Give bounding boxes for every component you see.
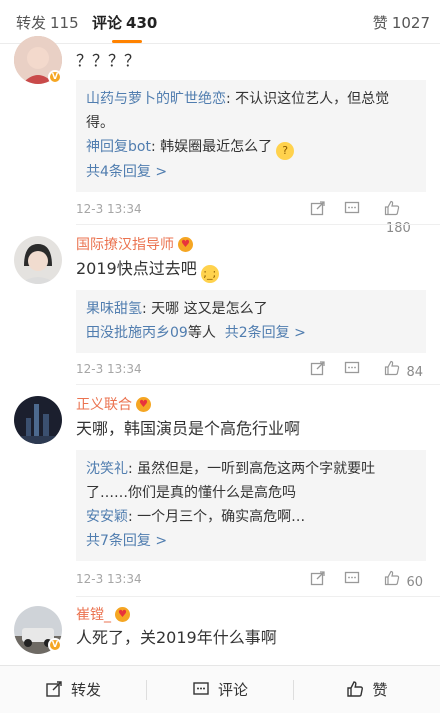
comment-button[interactable]: 评论 bbox=[147, 666, 293, 713]
share-icon[interactable] bbox=[310, 360, 326, 380]
comment-author[interactable]: 正义联合 ♥ bbox=[76, 394, 151, 414]
comment-text: 天哪，韩国演员是个高危行业啊 bbox=[76, 419, 301, 438]
fan-badge-icon: ♥ bbox=[136, 397, 151, 412]
comment-button-label: 评论 bbox=[217, 681, 248, 699]
verified-icon: V bbox=[48, 70, 62, 84]
thumbs-up-icon bbox=[347, 681, 364, 697]
reply-text: 一个月三个，确实高危啊… bbox=[132, 509, 306, 525]
comment-meta: 12-3 13:34 180 bbox=[76, 200, 426, 236]
tab-likes[interactable]: 赞 1027 bbox=[373, 12, 430, 33]
reply-text: 韩娱圈最近怎么了 bbox=[155, 139, 273, 155]
more-replies-link[interactable]: 共7条回复 > bbox=[86, 529, 416, 553]
tab-likes-label: 赞 bbox=[372, 14, 388, 32]
thumbs-up-icon bbox=[384, 360, 400, 376]
thumbs-up-icon bbox=[384, 570, 400, 586]
like-button[interactable]: 180 bbox=[384, 200, 426, 236]
active-tab-indicator bbox=[112, 40, 142, 43]
thinking-emoji-icon: ? bbox=[276, 142, 295, 160]
comment-time: 12-3 13:34 bbox=[76, 572, 142, 586]
comment-text: ？？？？ bbox=[76, 51, 141, 70]
repost-button-label: 转发 bbox=[70, 681, 101, 699]
repost-button[interactable]: 转发 bbox=[0, 666, 146, 713]
fan-badge-icon: ♥ bbox=[115, 607, 130, 622]
more-replies-link[interactable]: 共2条回复 > bbox=[225, 325, 306, 341]
reply-item: 安安颖: 一个月三个，确实高危啊… bbox=[86, 505, 416, 529]
crying-emoji-icon: ;_; bbox=[200, 265, 219, 283]
divider bbox=[76, 596, 440, 597]
tab-comments[interactable]: 评论 430 bbox=[92, 12, 157, 33]
reply-box[interactable]: 沈笑礼: 虽然但是，一听到高危这两个字就要吐了……你们是真的懂什么是高危吗 安安… bbox=[76, 450, 426, 561]
comment-author[interactable]: 国际撩汉指导师 ♥ bbox=[76, 234, 193, 254]
comment-author-name: 正义联合 bbox=[76, 397, 132, 413]
reply-participants-suffix: 等人 bbox=[187, 325, 216, 341]
like-count: 84 bbox=[406, 365, 423, 380]
reply-icon[interactable] bbox=[344, 200, 360, 220]
tab-reposts[interactable]: 转发 115 bbox=[16, 12, 79, 33]
tab-comments-count: 430 bbox=[126, 14, 158, 32]
comment-meta: 12-3 13:34 60 bbox=[76, 570, 426, 590]
comment-time: 12-3 13:34 bbox=[76, 202, 142, 216]
share-icon[interactable] bbox=[310, 200, 326, 220]
avatar[interactable] bbox=[14, 396, 62, 444]
reply-item: 果味甜氢: 天哪 这又是怎么了 bbox=[86, 297, 416, 321]
share-icon[interactable] bbox=[310, 570, 326, 590]
fan-badge-icon: ♥ bbox=[178, 237, 193, 252]
like-button[interactable]: 84 bbox=[384, 360, 423, 380]
reply-author[interactable]: 沈笑礼 bbox=[86, 461, 128, 477]
comment-meta: 12-3 13:34 84 bbox=[76, 360, 426, 380]
reply-author[interactable]: 神回复bot bbox=[86, 139, 151, 155]
divider bbox=[76, 384, 440, 385]
reply-item: 山药与萝卜的旷世绝恋: 不认识这位艺人，但总觉得。 bbox=[86, 87, 416, 135]
like-button[interactable]: 60 bbox=[384, 570, 423, 590]
like-post-button[interactable]: 赞 bbox=[294, 666, 440, 713]
comment-author[interactable]: 崔镗_ ♥ bbox=[76, 604, 130, 624]
reply-icon[interactable] bbox=[344, 360, 360, 380]
like-count: 60 bbox=[406, 575, 423, 590]
reply-icon[interactable] bbox=[344, 570, 360, 590]
tab-comments-label: 评论 bbox=[92, 14, 123, 32]
reply-item: 神回复bot: 韩娱圈最近怎么了? bbox=[86, 135, 416, 160]
more-replies-link[interactable]: 共4条回复 > bbox=[86, 160, 416, 184]
comment-author-name: 崔镗_ bbox=[76, 607, 111, 623]
comment-text: 2019快点过去吧 ;_; bbox=[76, 258, 219, 283]
divider bbox=[76, 224, 440, 225]
reply-author[interactable]: 安安颖 bbox=[86, 509, 128, 525]
thumbs-up-icon bbox=[384, 200, 400, 216]
bottom-action-bar: 转发 评论 赞 bbox=[0, 665, 440, 713]
reply-participants[interactable]: 田没批施丙乡09 bbox=[86, 325, 188, 341]
comment-time: 12-3 13:34 bbox=[76, 362, 142, 376]
reply-author[interactable]: 山药与萝卜的旷世绝恋 bbox=[86, 91, 226, 107]
avatar[interactable] bbox=[14, 236, 62, 284]
reply-author[interactable]: 果味甜氢 bbox=[86, 301, 142, 317]
reply-box[interactable]: 山药与萝卜的旷世绝恋: 不认识这位艺人，但总觉得。 神回复bot: 韩娱圈最近怎… bbox=[76, 80, 426, 192]
reply-item: 沈笑礼: 虽然但是，一听到高危这两个字就要吐了……你们是真的懂什么是高危吗 bbox=[86, 457, 416, 505]
tab-reposts-label: 转发 bbox=[16, 14, 47, 32]
tab-reposts-count: 115 bbox=[50, 14, 79, 32]
comment-text-content: 2019快点过去吧 bbox=[76, 259, 197, 278]
reply-text: 天哪 这又是怎么了 bbox=[146, 301, 268, 317]
comment-author-name: 国际撩汉指导师 bbox=[76, 237, 174, 253]
like-post-button-label: 赞 bbox=[372, 681, 388, 699]
tab-likes-count: 1027 bbox=[391, 14, 430, 32]
comment-icon bbox=[193, 682, 209, 695]
comment-text: 人死了，关2019年什么事啊 bbox=[76, 628, 277, 647]
repost-icon bbox=[46, 681, 62, 697]
reply-box[interactable]: 果味甜氢: 天哪 这又是怎么了 田没批施丙乡09等人 共2条回复 > bbox=[76, 290, 426, 353]
more-replies-row: 田没批施丙乡09等人 共2条回复 > bbox=[86, 321, 416, 345]
verified-icon: V bbox=[48, 638, 62, 652]
tab-bar: 转发 115 评论 430 赞 1027 bbox=[0, 0, 440, 44]
